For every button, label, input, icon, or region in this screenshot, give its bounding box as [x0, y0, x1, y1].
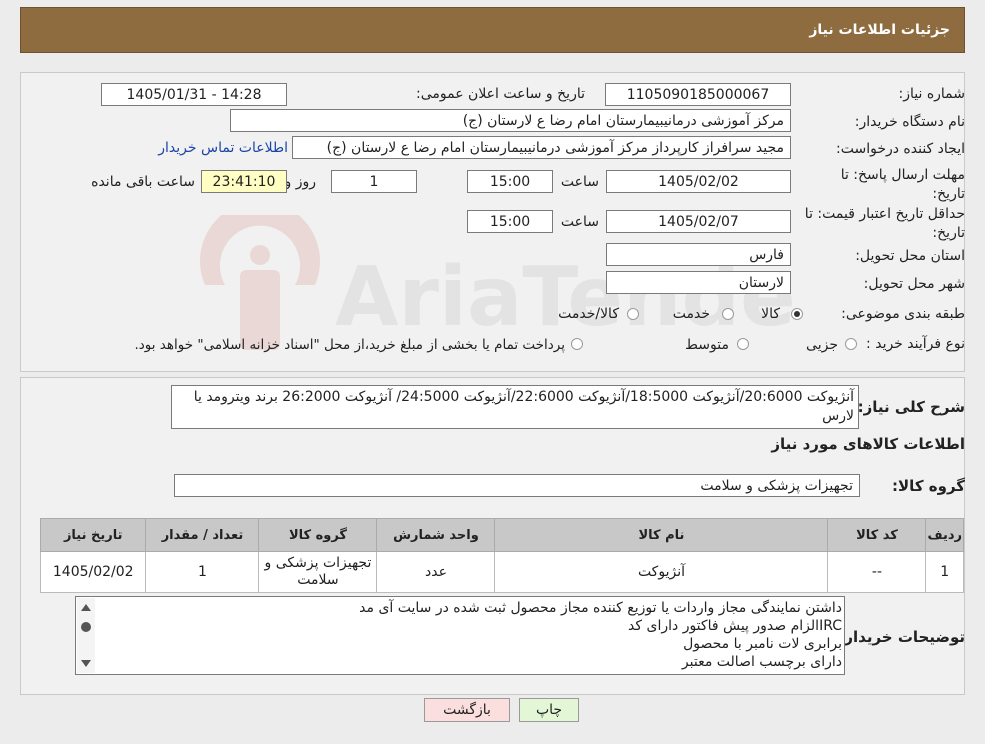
back-button[interactable]: بازگشت: [424, 698, 510, 722]
scroll-thumb-icon: [81, 622, 91, 632]
scroll-up-icon: [81, 604, 91, 611]
cell-unit: عدد: [376, 551, 496, 593]
creator-label: ایجاد کننده درخواست:: [836, 141, 965, 157]
remaining-time-field: 23:41:10: [201, 170, 287, 193]
note-line: داشتن نمایندگی مجاز واردات یا توزیع کنند…: [359, 600, 842, 616]
remaining-label: ساعت باقی مانده: [91, 174, 195, 190]
buyer-notes-text: داشتن نمایندگی مجاز واردات یا توزیع کنند…: [97, 599, 842, 671]
process-option-partial: جزیی: [806, 337, 838, 353]
process-radio-partial[interactable]: [845, 338, 857, 350]
goods-table: ردیف کد کالا نام کالا واحد شمارش گروه کا…: [39, 518, 964, 593]
validity-date-field: 1405/02/07: [606, 210, 791, 233]
col-row: ردیف: [925, 518, 964, 552]
col-code: کد کالا: [827, 518, 927, 552]
note-line: دارای برچسب اصالت معتبر: [681, 654, 842, 670]
category-option-service: خدمت: [672, 306, 710, 322]
validity-time-label: ساعت: [560, 214, 599, 230]
col-unit: واحد شمارش: [376, 518, 496, 552]
cell-group: تجهیزات پزشکی و سلامت: [258, 551, 378, 593]
buyer-contact-link[interactable]: اطلاعات تماس خریدار: [158, 140, 288, 156]
notes-scrollbar[interactable]: [77, 598, 95, 673]
summary-label: شرح کلی نیاز:: [857, 398, 965, 416]
validity-label: حداقل تاریخ اعتبار قیمت: تا تاریخ:: [804, 206, 965, 241]
cell-row: 1: [925, 551, 964, 593]
col-name: نام کالا: [494, 518, 829, 552]
buyer-org-field: مرکز آموزشی درمانیبیمارستان امام رضا ع ل…: [230, 109, 791, 132]
category-label: طبقه بندی موضوعی:: [841, 306, 965, 322]
category-option-goods-service: کالا/خدمت: [558, 306, 619, 322]
deadline-time-label: ساعت: [560, 174, 599, 190]
goods-section-title: اطلاعات کالاهای مورد نیاز: [771, 435, 965, 453]
category-radio-goods-service[interactable]: [627, 308, 639, 320]
cell-name: آنژیوکت: [494, 551, 829, 593]
process-option-medium: متوسط: [685, 337, 729, 353]
page-header: جزئیات اطلاعات نیاز: [20, 7, 965, 53]
col-group: گروه کالا: [258, 518, 378, 552]
note-line: برابری لات نامبر با محصول: [683, 636, 842, 652]
city-label: شهر محل تحویل:: [863, 276, 965, 292]
creator-field: مجید سرافراز کارپرداز مرکز آموزشی درمانی…: [292, 136, 791, 159]
scroll-down-icon: [81, 660, 91, 667]
col-date: تاریخ نیاز: [39, 518, 147, 552]
cell-qty: 1: [145, 551, 260, 593]
table-row: 1 -- آنژیوکت عدد تجهیزات پزشکی و سلامت 1…: [39, 551, 964, 593]
note-line: IRCالزام صدور پیش فاکتور دارای کد: [628, 618, 842, 634]
cell-code: --: [827, 551, 927, 593]
category-radio-goods[interactable]: [791, 308, 803, 320]
col-qty: تعداد / مقدار: [145, 518, 260, 552]
days-label: روز و: [284, 174, 317, 190]
announce-field: 1405/01/31 - 14:28: [101, 83, 287, 106]
need-number-field: 1105090185000067: [605, 83, 791, 106]
summary-field: آنژیوکت 20:6000/آنژیوکت 18:5000/آنژیوکت …: [171, 385, 859, 429]
summary-text: آنژیوکت 20:6000/آنژیوکت 18:5000/آنژیوکت …: [193, 389, 854, 424]
need-number-label: شماره نیاز:: [898, 86, 966, 102]
category-radio-service[interactable]: [722, 308, 734, 320]
buyer-org-label: نام دستگاه خریدار:: [854, 114, 965, 130]
days-field: 1: [331, 170, 417, 193]
process-label: نوع فرآیند خرید :: [866, 336, 965, 352]
buyer-notes-label: توضیحات خریدار:: [838, 628, 965, 646]
validity-time-field: 15:00: [467, 210, 553, 233]
category-option-goods: کالا: [761, 306, 780, 322]
city-field: لارستان: [606, 271, 791, 294]
process-radio-medium[interactable]: [737, 338, 749, 350]
goods-group-field: تجهیزات پزشکی و سلامت: [174, 474, 860, 497]
deadline-label: مهلت ارسال پاسخ: تا تاریخ:: [840, 167, 965, 202]
goods-table-header: ردیف کد کالا نام کالا واحد شمارش گروه کا…: [39, 518, 964, 552]
scrollbar-icons: [81, 604, 91, 667]
province-label: استان محل تحویل:: [855, 248, 965, 264]
deadline-time-field: 15:00: [467, 170, 553, 193]
deadline-date-field: 1405/02/02: [606, 170, 791, 193]
print-button[interactable]: چاپ: [519, 698, 579, 722]
province-field: فارس: [606, 243, 791, 266]
buyer-notes-box[interactable]: داشتن نمایندگی مجاز واردات یا توزیع کنند…: [75, 596, 845, 675]
announce-label: تاریخ و ساعت اعلان عمومی:: [416, 86, 585, 102]
cell-date: 1405/02/02: [39, 551, 147, 593]
goods-group-label: گروه کالا:: [892, 477, 965, 495]
process-note: پرداخت تمام یا بخشی از مبلغ خرید،از محل …: [134, 337, 565, 353]
process-radio-treasury[interactable]: [571, 338, 583, 350]
page-title: جزئیات اطلاعات نیاز: [809, 22, 950, 38]
